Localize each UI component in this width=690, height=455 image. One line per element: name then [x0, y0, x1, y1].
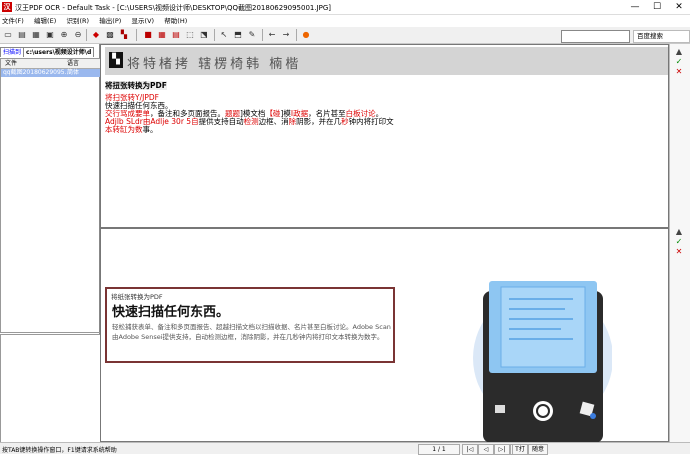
phone-illustration — [473, 281, 612, 443]
crop-icon[interactable]: ⬒ — [232, 29, 244, 41]
collapse-icon[interactable]: ▲ — [674, 47, 684, 56]
region-select-icon[interactable]: ⬚ — [184, 29, 196, 41]
thumbnail-panel — [0, 334, 101, 443]
app-icon: 汉 — [2, 2, 12, 12]
new-icon[interactable]: ▭ — [2, 29, 14, 41]
region-move-icon[interactable]: ⬔ — [198, 29, 210, 41]
toolbar: ▭ ▤ ▦ ▣ ⊕ ⊖ ◆ ▩ ▚ ■ ▦ ▤ ⬚ ⬔ ↖ ⬒ ✎ ← → ● … — [0, 27, 690, 44]
recognition-region[interactable]: 将纸张转换为PDF 快速扫描任何东西。 轻松捕获表单、备注和多页面报告、超越扫描… — [105, 287, 395, 363]
menu-edit[interactable]: 编辑(E) — [34, 15, 56, 27]
menu-recognize[interactable]: 识别(R) — [66, 15, 89, 27]
reject-icon[interactable]: ✕ — [674, 67, 684, 76]
scan-icon[interactable]: ▦ — [30, 29, 42, 41]
search-engine-select[interactable]: 百度搜索 — [633, 30, 690, 43]
ocr-banner: ▚ 将特楮拷 辖楞椅韩 楠楷 — [105, 47, 668, 75]
print-button[interactable]: T打 — [512, 444, 528, 455]
file-row[interactable]: qq截图20180629095… 简体 — [1, 69, 100, 77]
rotate-icon[interactable]: ◆ — [90, 29, 102, 41]
layout-icon[interactable]: ▩ — [104, 29, 116, 41]
column-language[interactable]: 语言 — [67, 59, 79, 68]
accept-icon[interactable]: ✓ — [674, 57, 684, 66]
maximize-button[interactable]: ☐ — [646, 0, 668, 15]
arrow-right-icon[interactable]: → — [280, 29, 292, 41]
save-icon[interactable]: ▣ — [44, 29, 56, 41]
last-page-button[interactable]: ▷| — [494, 444, 510, 455]
menu-view[interactable]: 显示(V) — [132, 15, 155, 27]
menu-help[interactable]: 帮助(H) — [164, 15, 187, 27]
ocr-line-0: 将扭张转换为PDF — [105, 81, 167, 90]
page-indicator: 1 / 1 — [418, 444, 460, 455]
status-bar: 按TAB键转换操作窗口，F1键请求系统帮助 1 / 1 |◁ ◁ ▷| ▷ T打… — [0, 442, 690, 455]
title-bar: 汉 汉王PDF OCR - Default Task - [C:\USERS\视… — [0, 0, 690, 15]
side-toolbar: ▲ ✓ ✕ ▲ ✓ ✕ — [669, 44, 690, 442]
file-language: 简体 — [67, 69, 80, 76]
column-file[interactable]: 文件 — [5, 59, 17, 68]
search-input[interactable] — [561, 30, 630, 43]
ocr-line-5: 本转缸为数事。 — [105, 125, 158, 134]
file-list: 文件 语言 qq截图20180629095… 简体 — [0, 58, 101, 333]
file-panel-header: 扫描到 c:\users\视频设计师\d — [0, 47, 100, 57]
doc-small-title: 将纸张转换为PDF — [111, 293, 163, 301]
region-text-icon[interactable]: ■ — [142, 29, 154, 41]
zoom-out-icon[interactable]: ⊖ — [72, 29, 84, 41]
file-panel: 扫描到 c:\users\视频设计师\d 文件 语言 qq截图2018062909… — [0, 44, 101, 443]
status-text: 按TAB键转换操作窗口，F1键请求系统帮助 — [2, 447, 117, 454]
prev-page-button[interactable]: ◁ — [478, 444, 494, 455]
menu-output[interactable]: 输出(P) — [99, 15, 121, 27]
region-image-icon[interactable]: ▤ — [170, 29, 182, 41]
banner-text: 将特楮拷 辖楞椅韩 楠楷 — [127, 57, 302, 72]
collapse-lower-icon[interactable]: ▲ — [674, 227, 684, 236]
help-icon[interactable]: ● — [300, 29, 312, 41]
minimize-button[interactable]: — — [624, 0, 646, 15]
region-table-icon[interactable]: ▦ — [156, 29, 168, 41]
arrow-left-icon[interactable]: ← — [266, 29, 278, 41]
mode-button[interactable]: 随意 — [528, 444, 548, 455]
first-page-button[interactable]: |◁ — [462, 444, 478, 455]
file-list-header: 文件 语言 — [1, 59, 100, 69]
menu-file[interactable]: 文件(F) — [2, 15, 24, 27]
image-preview-pane[interactable]: 将纸张转换为PDF 快速扫描任何东西。 轻松捕获表单、备注和多页面报告、超越扫描… — [100, 228, 669, 443]
accept-lower-icon[interactable]: ✓ — [674, 237, 684, 246]
scan-to-button[interactable]: 扫描到 — [0, 47, 25, 57]
close-button[interactable]: ✕ — [668, 0, 690, 15]
reject-lower-icon[interactable]: ✕ — [674, 247, 684, 256]
zoom-in-icon[interactable]: ⊕ — [58, 29, 70, 41]
window-title: 汉王PDF OCR - Default Task - [C:\USERS\视频设… — [15, 4, 332, 12]
recognized-text-pane[interactable]: ▚ 将特楮拷 辖楞椅韩 楠楷 将扭张转换为PDF 将扫张转Y/JPDF 快速扫描… — [100, 44, 669, 228]
pointer-icon[interactable]: ↖ — [218, 29, 230, 41]
barcode-icon: ▚ — [109, 52, 123, 68]
menu-bar: 文件(F) 编辑(E) 识别(R) 输出(P) 显示(V) 帮助(H) — [0, 15, 690, 27]
folder-path: c:\users\视频设计师\d — [24, 47, 95, 57]
pen-icon[interactable]: ✎ — [246, 29, 258, 41]
doc-body: 轻松捕获表单、备注和多页面报告、超越扫描文档以扫描收据、名片甚至白板讨论。Ado… — [112, 323, 391, 341]
open-icon[interactable]: ▤ — [16, 29, 28, 41]
file-name: qq截图20180629095… — [3, 69, 71, 76]
recognize-icon[interactable]: ▚ — [118, 29, 130, 41]
doc-heading: 快速扫描任何东西。 — [112, 305, 230, 320]
